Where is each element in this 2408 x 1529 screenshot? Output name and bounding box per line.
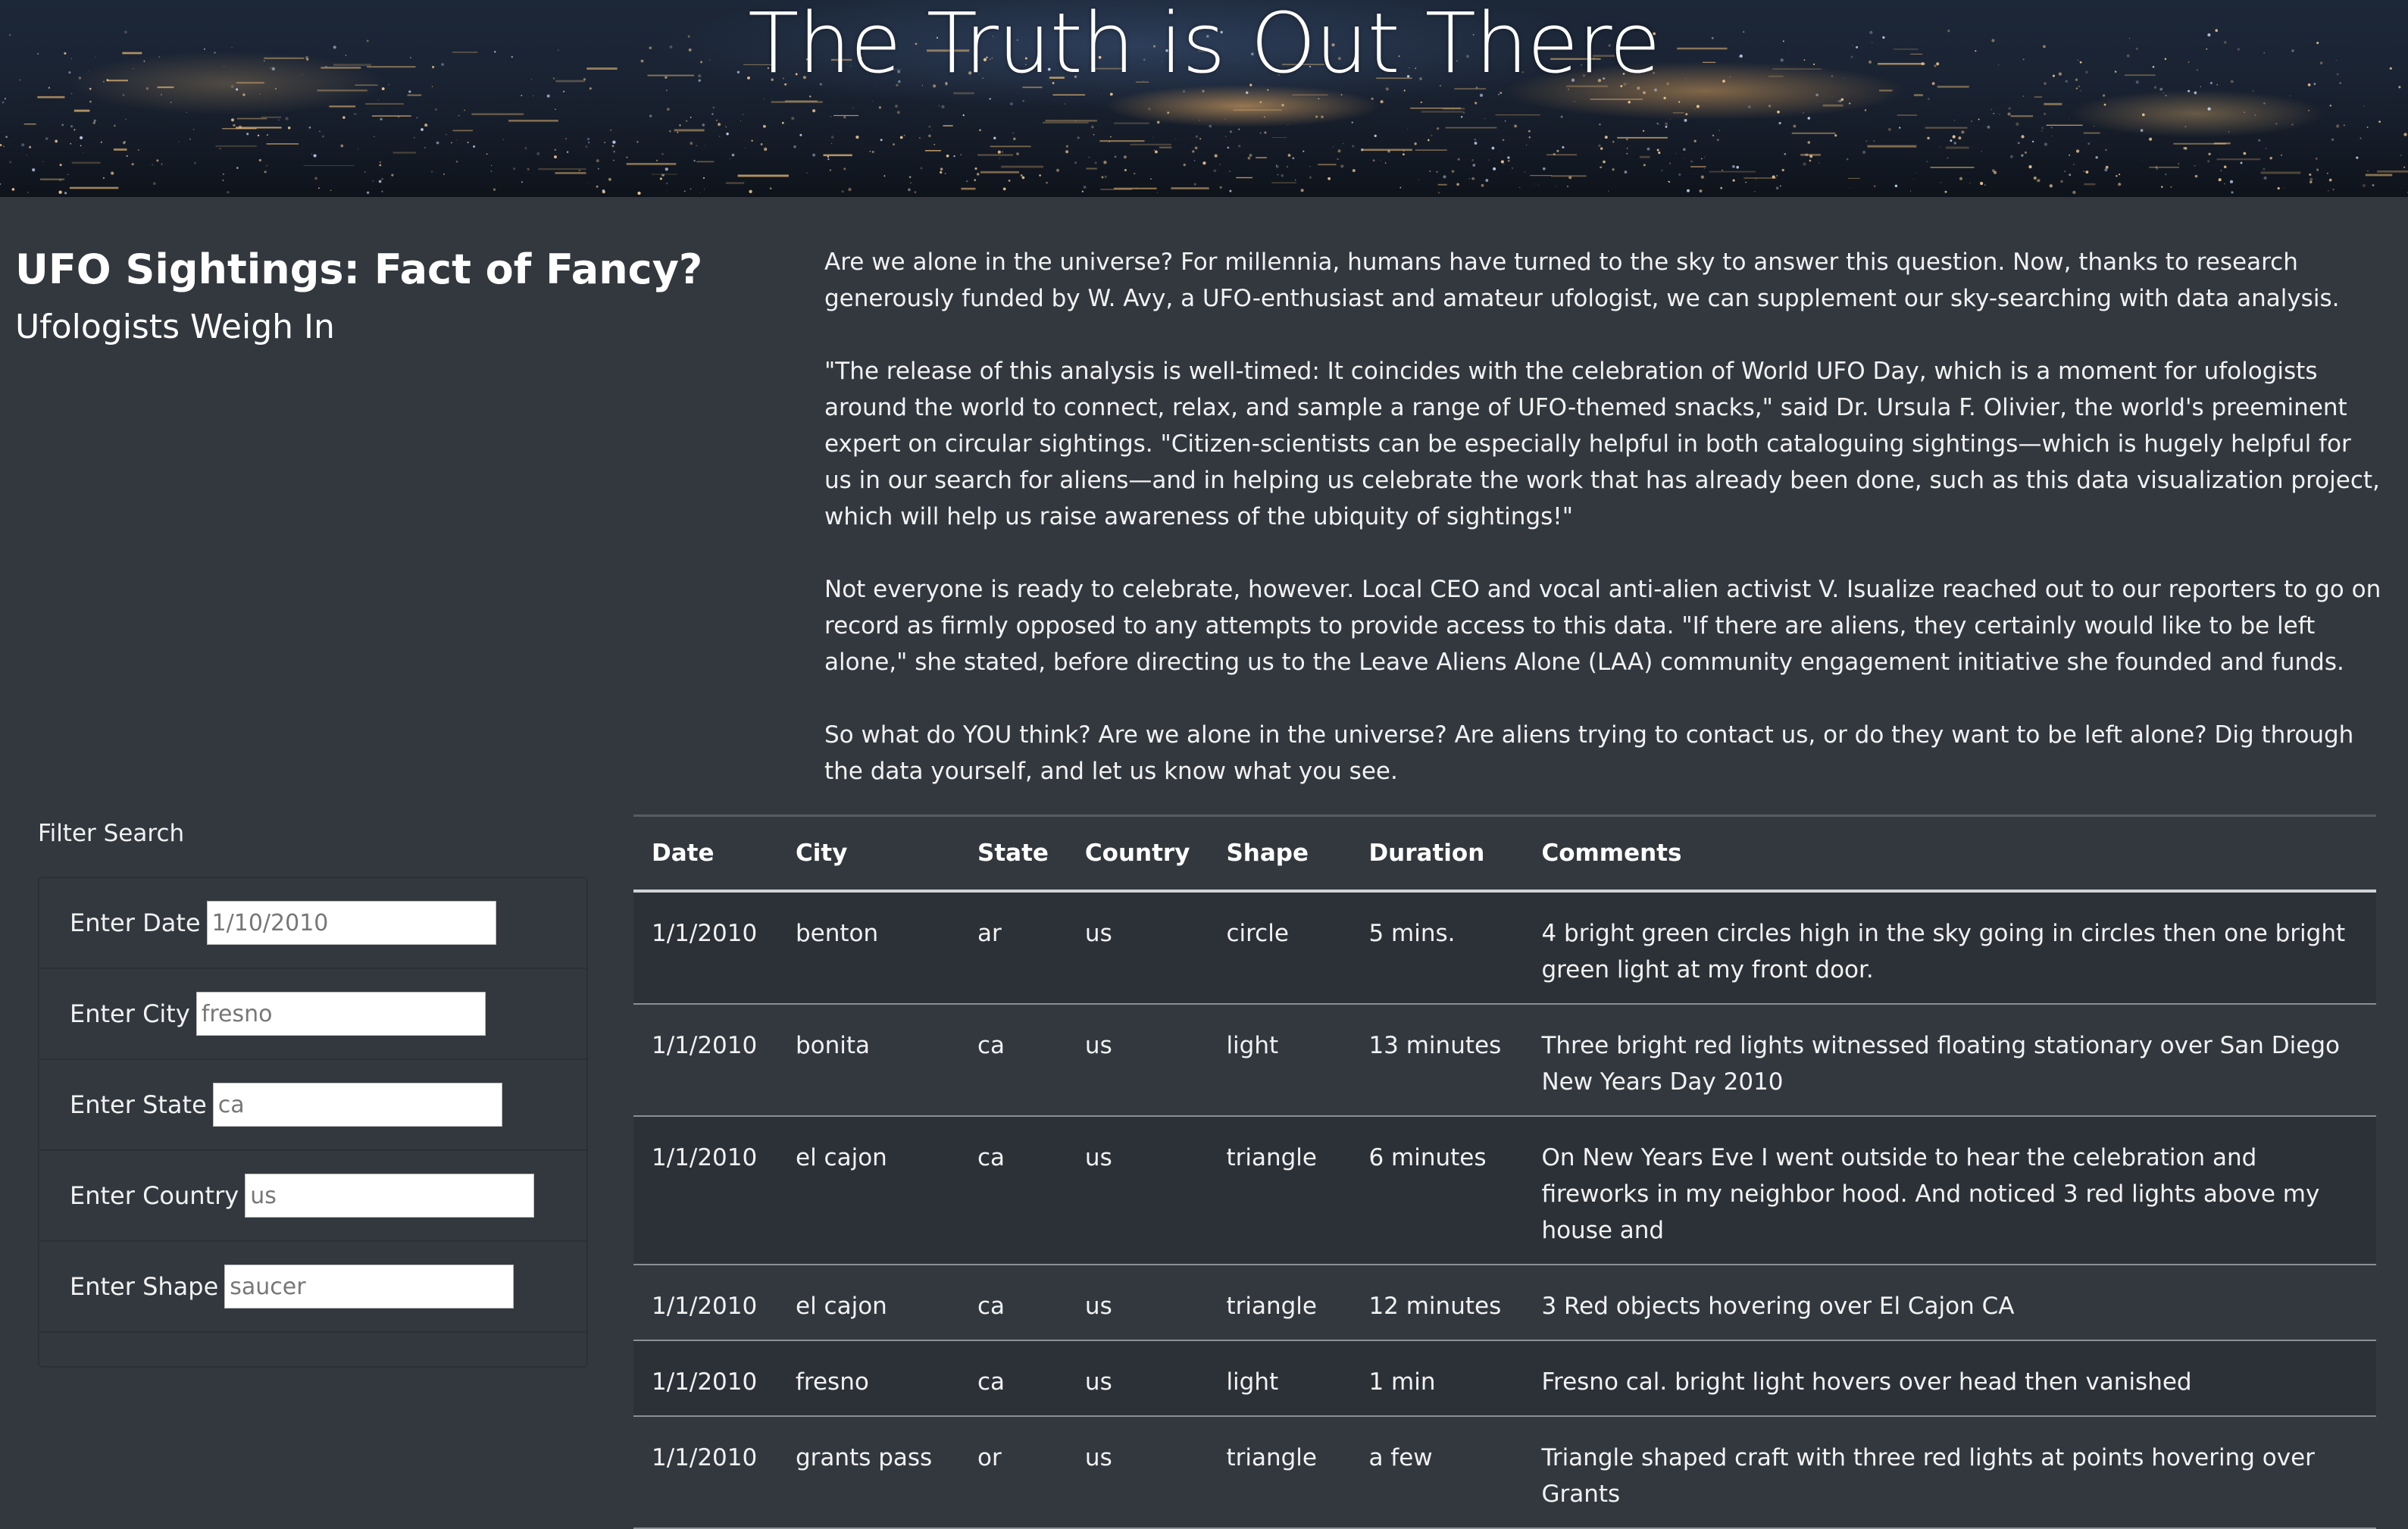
cell-date: 1/1/2010 bbox=[633, 1116, 777, 1265]
filter-state-label: Enter State bbox=[70, 1090, 207, 1119]
cell-shape: light bbox=[1208, 1004, 1351, 1117]
city-input[interactable] bbox=[195, 992, 486, 1036]
ufo-sightings-table: Date City State Country Shape Duration C… bbox=[633, 815, 2376, 1529]
shape-input[interactable] bbox=[224, 1265, 514, 1309]
ufo-table-container: Date City State Country Shape Duration C… bbox=[633, 815, 2376, 1529]
filter-search-title: Filter Search bbox=[38, 820, 185, 847]
cell-comments: 4 bright green circles high in the sky g… bbox=[1523, 891, 2376, 1005]
filter-city-label: Enter City bbox=[70, 999, 190, 1028]
header-duration: Duration bbox=[1350, 815, 1524, 893]
article-headline: UFO Sightings: Fact of Fancy? Ufologists… bbox=[15, 242, 773, 355]
cell-date: 1/1/2010 bbox=[633, 1416, 777, 1529]
cell-country: us bbox=[1066, 1265, 1209, 1341]
header-date: Date bbox=[633, 815, 777, 893]
filter-shape: Enter Shape bbox=[39, 1242, 586, 1333]
table-row: 1/1/2010 grants pass or us triangle a fe… bbox=[633, 1416, 2376, 1529]
cell-date: 1/1/2010 bbox=[633, 1265, 777, 1341]
table-row: 1/1/2010 fresno ca us light 1 min Fresno… bbox=[633, 1340, 2376, 1417]
hero-banner: The Truth is Out There bbox=[0, 0, 2408, 197]
cell-comments: On New Years Eve I went outside to hear … bbox=[1523, 1116, 2376, 1265]
cell-shape: triangle bbox=[1208, 1265, 1351, 1341]
cell-date: 1/1/2010 bbox=[633, 1340, 777, 1417]
cell-state: ca bbox=[959, 1340, 1067, 1417]
article-paragraph: Are we alone in the universe? For millen… bbox=[824, 249, 2340, 312]
article-body: Are we alone in the universe? For millen… bbox=[824, 244, 2385, 826]
cell-city: bonita bbox=[777, 1004, 959, 1117]
cell-country: us bbox=[1066, 1416, 1209, 1529]
date-input[interactable] bbox=[206, 901, 496, 945]
cell-country: us bbox=[1066, 1116, 1209, 1265]
cell-comments: Fresno cal. bright light hovers over hea… bbox=[1523, 1340, 2376, 1417]
cell-shape: circle bbox=[1208, 891, 1351, 1005]
cell-city: grants pass bbox=[777, 1416, 959, 1529]
cell-comments: Triangle shaped craft with three red lig… bbox=[1523, 1416, 2376, 1529]
cell-country: us bbox=[1066, 891, 1209, 1005]
cell-duration: 12 minutes bbox=[1350, 1265, 1524, 1341]
filter-country-label: Enter Country bbox=[70, 1181, 239, 1210]
table-header-row: Date City State Country Shape Duration C… bbox=[633, 815, 2376, 893]
header-shape: Shape bbox=[1208, 815, 1351, 893]
cell-country: us bbox=[1066, 1004, 1209, 1117]
table-row: 1/1/2010 benton ar us circle 5 mins. 4 b… bbox=[633, 891, 2376, 1005]
article-paragraph: "The release of this analysis is well-ti… bbox=[824, 358, 2380, 530]
filter-country: Enter Country bbox=[39, 1151, 586, 1242]
cell-country: us bbox=[1066, 1340, 1209, 1417]
hero-title: The Truth is Out There bbox=[748, 0, 1661, 92]
header-comments: Comments bbox=[1523, 815, 2376, 893]
cell-state: ca bbox=[959, 1004, 1067, 1117]
filter-state: Enter State bbox=[39, 1060, 586, 1151]
cell-state: ca bbox=[959, 1116, 1067, 1265]
filter-date-label: Enter Date bbox=[70, 908, 201, 937]
cell-city: fresno bbox=[777, 1340, 959, 1417]
article-paragraph: So what do YOU think? Are we alone in th… bbox=[824, 721, 2354, 785]
article-paragraph: Not everyone is ready to celebrate, howe… bbox=[824, 576, 2381, 676]
cell-shape: light bbox=[1208, 1340, 1351, 1417]
cell-date: 1/1/2010 bbox=[633, 1004, 777, 1117]
cell-state: ca bbox=[959, 1265, 1067, 1341]
cell-duration: 6 minutes bbox=[1350, 1116, 1524, 1265]
filter-city: Enter City bbox=[39, 969, 586, 1060]
header-state: State bbox=[959, 815, 1067, 893]
table-row: 1/1/2010 el cajon ca us triangle 6 minut… bbox=[633, 1116, 2376, 1265]
state-input[interactable] bbox=[212, 1083, 502, 1127]
headline-subtitle: Ufologists Weigh In bbox=[15, 308, 335, 346]
cell-duration: 1 min bbox=[1350, 1340, 1524, 1417]
cell-state: ar bbox=[959, 891, 1067, 1005]
filter-panel: Enter Date Enter City Enter State Enter … bbox=[38, 877, 588, 1368]
headline-title: UFO Sightings: Fact of Fancy? bbox=[15, 245, 703, 293]
header-country: Country bbox=[1066, 815, 1209, 893]
cell-city: el cajon bbox=[777, 1116, 959, 1265]
filter-date: Enter Date bbox=[39, 878, 586, 969]
country-input[interactable] bbox=[245, 1174, 535, 1218]
cell-shape: triangle bbox=[1208, 1116, 1351, 1265]
cell-duration: 5 mins. bbox=[1350, 891, 1524, 1005]
table-row: 1/1/2010 bonita ca us light 13 minutes T… bbox=[633, 1004, 2376, 1117]
cell-shape: triangle bbox=[1208, 1416, 1351, 1529]
cell-state: or bbox=[959, 1416, 1067, 1529]
cell-city: el cajon bbox=[777, 1265, 959, 1341]
cell-date: 1/1/2010 bbox=[633, 891, 777, 1005]
cell-duration: a few bbox=[1350, 1416, 1524, 1529]
cell-comments: Three bright red lights witnessed floati… bbox=[1523, 1004, 2376, 1117]
table-row: 1/1/2010 el cajon ca us triangle 12 minu… bbox=[633, 1265, 2376, 1341]
filter-shape-label: Enter Shape bbox=[70, 1272, 219, 1301]
cell-comments: 3 Red objects hovering over El Cajon CA bbox=[1523, 1265, 2376, 1341]
cell-city: benton bbox=[777, 891, 959, 1005]
header-city: City bbox=[777, 815, 959, 893]
cell-duration: 13 minutes bbox=[1350, 1004, 1524, 1117]
